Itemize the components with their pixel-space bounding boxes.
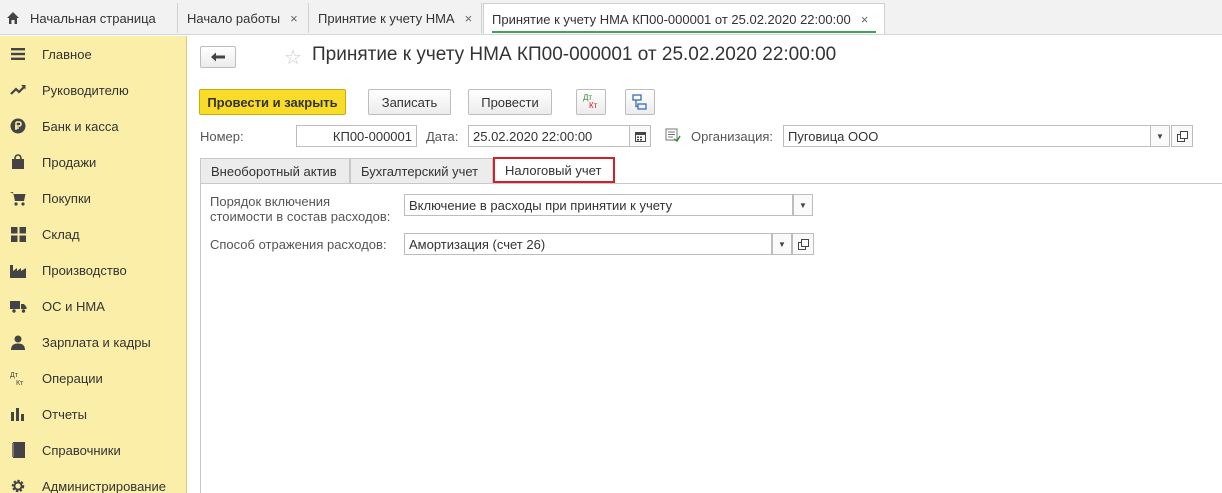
post-button[interactable]: Провести [468,89,552,115]
home-icon [6,11,20,25]
dt-kt-icon: Дт Кт [9,369,27,387]
tab-accounting[interactable]: Бухгалтерский учет [350,158,493,183]
grid-icon [9,225,27,243]
tab-start[interactable]: Начало работы × [179,3,309,33]
sidebar-item-purchases[interactable]: Покупки [0,180,186,216]
cart-icon [9,189,27,207]
expense-order-label: Порядок включения стоимости в состав рас… [210,194,391,224]
save-button[interactable]: Записать [368,89,451,115]
sidebar: Главное Руководителю Банк и касса Продаж… [0,36,187,493]
sidebar-item-manager[interactable]: Руководителю [0,72,186,108]
open-form-icon[interactable] [1171,125,1193,147]
calendar-button[interactable] [629,125,651,147]
sidebar-item-label: Справочники [42,442,121,458]
expense-order-select[interactable]: Включение в расходы при принятии к учету [404,194,793,216]
sidebar-item-reports[interactable]: Отчеты [0,396,186,432]
sidebar-item-assets[interactable]: ОС и НМА [0,288,186,324]
sidebar-item-payroll[interactable]: Зарплата и кадры [0,324,186,360]
number-label: Номер: [200,129,244,144]
number-field[interactable]: КП00-000001 [296,125,417,147]
post-and-close-button[interactable]: Провести и закрыть [199,89,346,115]
sidebar-item-label: Руководителю [42,82,129,98]
organization-label: Организация: [691,129,774,144]
sidebar-item-sales[interactable]: Продажи [0,144,186,180]
arrow-left-icon [211,52,225,62]
tab-fixed-asset[interactable]: Внеоборотный актив [200,158,350,183]
sidebar-item-warehouse[interactable]: Склад [0,216,186,252]
tab-home[interactable]: Начальная страница [0,3,178,33]
date-field[interactable]: 25.02.2020 22:00:00 [468,125,630,147]
ruble-icon [9,117,27,135]
close-icon[interactable]: × [465,11,473,26]
sidebar-item-catalogs[interactable]: Справочники [0,432,186,468]
tab-acceptance-list[interactable]: Принятие к учету НМА × [310,3,482,33]
page-title: Принятие к учету НМА КП00-000001 от 25.0… [312,44,837,65]
sidebar-item-label: Покупки [42,190,91,206]
truck-icon [9,297,27,315]
expense-method-select[interactable]: Амортизация (счет 26) [404,233,772,255]
organization-field[interactable]: Пуговица ООО [783,125,1156,147]
svg-text:Дт: Дт [10,372,19,379]
tab-home-label: Начальная страница [30,10,156,26]
sidebar-item-label: Главное [42,46,92,62]
sidebar-item-label: Производство [42,262,127,278]
star-icon[interactable]: ☆ [284,45,302,70]
sidebar-item-label: ОС и НМА [42,298,105,314]
svg-text:Кт: Кт [16,380,24,386]
document-form: ☆ Принятие к учету НМА КП00-000001 от 25… [188,36,1222,493]
chevron-down-icon[interactable]: ▼ [772,233,792,255]
factory-icon [9,261,27,279]
expense-method-label: Способ отражения расходов: [210,237,387,252]
chevron-down-icon[interactable]: ▼ [793,194,813,216]
trend-icon [9,81,27,99]
sidebar-item-label: Зарплата и кадры [42,334,151,350]
bar-chart-icon [9,405,27,423]
top-tab-bar: Начальная страница Начало работы × Приня… [0,0,1222,35]
structure-button[interactable] [625,89,655,115]
tab-current-document[interactable]: Принятие к учету НМА КП00-000001 от 25.0… [483,3,885,34]
sidebar-item-operations[interactable]: Дт Кт Операции [0,360,186,396]
sidebar-item-label: Операции [42,370,103,386]
back-button[interactable] [200,46,236,68]
sidebar-item-label: Банк и касса [42,118,119,134]
close-icon[interactable]: × [290,11,298,26]
sidebar-item-label: Отчеты [42,406,87,422]
calendar-icon [634,131,646,142]
close-icon[interactable]: × [861,12,869,27]
sidebar-item-admin[interactable]: Администрирование [0,468,186,493]
dt-kt-icon: Дт Кт [583,93,598,110]
document-history-icon[interactable] [665,128,681,145]
person-icon [9,333,27,351]
sidebar-item-label: Администрирование [42,478,166,493]
sidebar-item-production[interactable]: Производство [0,252,186,288]
sidebar-item-label: Продажи [42,154,97,170]
date-label: Дата: [426,129,459,144]
tab-start-label: Начало работы [187,10,281,26]
bag-icon [9,153,27,171]
structure-icon [632,94,647,110]
menu-icon [9,45,27,63]
sidebar-item-label: Склад [42,226,80,242]
tab-tax-accounting[interactable]: Налоговый учет [493,157,615,183]
tab-acceptance-list-label: Принятие к учету НМА [318,10,455,26]
open-form-icon[interactable] [792,233,814,255]
chevron-down-icon[interactable]: ▼ [1150,125,1170,147]
dt-kt-button[interactable]: Дт Кт [576,89,606,115]
book-icon [9,441,27,459]
sidebar-item-main[interactable]: Главное [0,36,186,72]
tax-panel [200,183,1222,493]
tab-current-document-label: Принятие к учету НМА КП00-000001 от 25.0… [492,11,851,27]
sidebar-item-bank[interactable]: Банк и касса [0,108,186,144]
gear-icon [9,477,27,493]
